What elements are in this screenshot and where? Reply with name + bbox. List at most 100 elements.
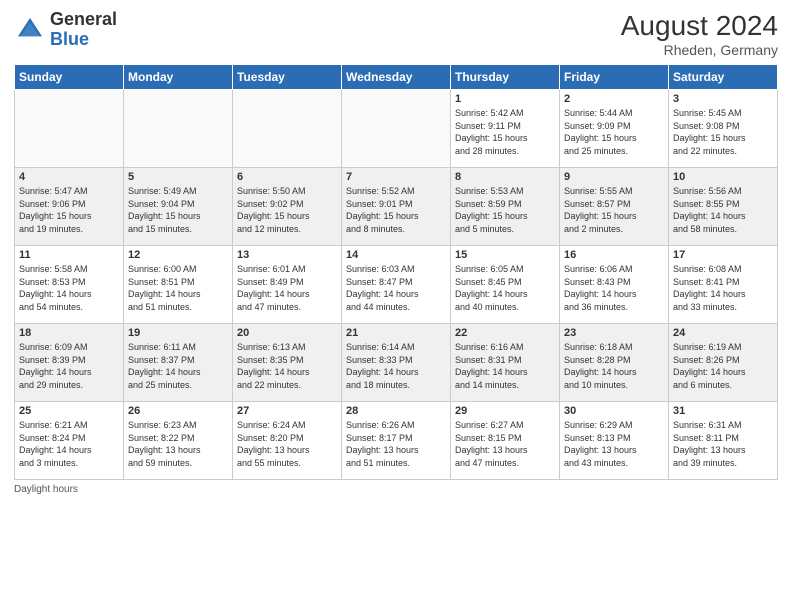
calendar-header-row: SundayMondayTuesdayWednesdayThursdayFrid… <box>15 65 778 90</box>
logo-text: General Blue <box>50 10 117 50</box>
calendar-cell: 16 Sunrise: 6:06 AM Sunset: 8:43 PM Dayli… <box>560 246 669 324</box>
calendar-day-header: Thursday <box>451 65 560 90</box>
day-info: Sunrise: 6:27 AM Sunset: 8:15 PM Dayligh… <box>455 419 555 469</box>
calendar-cell: 8 Sunrise: 5:53 AM Sunset: 8:59 PM Daylig… <box>451 168 560 246</box>
day-info: Sunrise: 6:09 AM Sunset: 8:39 PM Dayligh… <box>19 341 119 391</box>
day-info: Sunrise: 5:45 AM Sunset: 9:08 PM Dayligh… <box>673 107 773 157</box>
day-info: Sunrise: 6:13 AM Sunset: 8:35 PM Dayligh… <box>237 341 337 391</box>
calendar-cell: 30 Sunrise: 6:29 AM Sunset: 8:13 PM Dayli… <box>560 402 669 480</box>
day-info: Sunrise: 6:19 AM Sunset: 8:26 PM Dayligh… <box>673 341 773 391</box>
day-number: 25 <box>19 405 119 417</box>
calendar-day-header: Friday <box>560 65 669 90</box>
day-info: Sunrise: 6:18 AM Sunset: 8:28 PM Dayligh… <box>564 341 664 391</box>
logo: General Blue <box>14 10 117 50</box>
calendar-cell: 27 Sunrise: 6:24 AM Sunset: 8:20 PM Dayli… <box>233 402 342 480</box>
logo-icon <box>14 14 46 46</box>
day-number: 21 <box>346 327 446 339</box>
calendar-cell: 5 Sunrise: 5:49 AM Sunset: 9:04 PM Daylig… <box>124 168 233 246</box>
day-info: Sunrise: 5:53 AM Sunset: 8:59 PM Dayligh… <box>455 185 555 235</box>
calendar-day-header: Saturday <box>669 65 778 90</box>
footer-note: Daylight hours <box>14 484 778 495</box>
calendar-cell: 28Sunrise: 6:26 AM Sunset: 8:17 PM Dayli… <box>342 402 451 480</box>
day-info: Sunrise: 6:08 AM Sunset: 8:41 PM Dayligh… <box>673 263 773 313</box>
day-number: 1 <box>455 93 555 105</box>
day-info: Sunrise: 5:58 AM Sunset: 8:53 PM Dayligh… <box>19 263 119 313</box>
day-info: Sunrise: 6:31 AM Sunset: 8:11 PM Dayligh… <box>673 419 773 469</box>
day-number: 27 <box>237 405 337 417</box>
calendar-cell: 2Sunrise: 5:44 AM Sunset: 9:09 PM Daylig… <box>560 90 669 168</box>
day-number: 5 <box>128 171 228 183</box>
calendar-cell: 21 Sunrise: 6:14 AM Sunset: 8:33 PM Dayli… <box>342 324 451 402</box>
calendar-cell: 19 Sunrise: 6:11 AM Sunset: 8:37 PM Dayli… <box>124 324 233 402</box>
day-number: 26 <box>128 405 228 417</box>
day-number: 20 <box>237 327 337 339</box>
day-info: Sunrise: 6:29 AM Sunset: 8:13 PM Dayligh… <box>564 419 664 469</box>
day-info: Sunrise: 5:52 AM Sunset: 9:01 PM Dayligh… <box>346 185 446 235</box>
day-info: Sunrise: 6:24 AM Sunset: 8:20 PM Dayligh… <box>237 419 337 469</box>
calendar-day-header: Wednesday <box>342 65 451 90</box>
day-number: 10 <box>673 171 773 183</box>
day-number: 3 <box>673 93 773 105</box>
calendar-cell: 9Sunrise: 5:55 AM Sunset: 8:57 PM Daylig… <box>560 168 669 246</box>
day-info: Sunrise: 6:00 AM Sunset: 8:51 PM Dayligh… <box>128 263 228 313</box>
day-number: 15 <box>455 249 555 261</box>
day-number: 19 <box>128 327 228 339</box>
calendar-cell: 18Sunrise: 6:09 AM Sunset: 8:39 PM Dayli… <box>15 324 124 402</box>
calendar-cell: 22 Sunrise: 6:16 AM Sunset: 8:31 PM Dayli… <box>451 324 560 402</box>
calendar-cell: 11 Sunrise: 5:58 AM Sunset: 8:53 PM Dayli… <box>15 246 124 324</box>
day-info: Sunrise: 6:05 AM Sunset: 8:45 PM Dayligh… <box>455 263 555 313</box>
day-number: 6 <box>237 171 337 183</box>
day-info: Sunrise: 6:03 AM Sunset: 8:47 PM Dayligh… <box>346 263 446 313</box>
calendar-day-header: Tuesday <box>233 65 342 90</box>
day-info: Sunrise: 6:21 AM Sunset: 8:24 PM Dayligh… <box>19 419 119 469</box>
day-number: 2 <box>564 93 664 105</box>
day-info: Sunrise: 6:01 AM Sunset: 8:49 PM Dayligh… <box>237 263 337 313</box>
logo-blue: Blue <box>50 29 89 49</box>
day-info: Sunrise: 6:16 AM Sunset: 8:31 PM Dayligh… <box>455 341 555 391</box>
calendar-cell: 15 Sunrise: 6:05 AM Sunset: 8:45 PM Dayli… <box>451 246 560 324</box>
day-number: 4 <box>19 171 119 183</box>
calendar-cell: 29Sunrise: 6:27 AM Sunset: 8:15 PM Dayli… <box>451 402 560 480</box>
day-number: 7 <box>346 171 446 183</box>
day-number: 12 <box>128 249 228 261</box>
calendar-cell: 12 Sunrise: 6:00 AM Sunset: 8:51 PM Dayli… <box>124 246 233 324</box>
calendar-cell: 31Sunrise: 6:31 AM Sunset: 8:11 PM Dayli… <box>669 402 778 480</box>
calendar-table: SundayMondayTuesdayWednesdayThursdayFrid… <box>14 64 778 480</box>
calendar-cell: 1Sunrise: 5:42 AM Sunset: 9:11 PM Daylig… <box>451 90 560 168</box>
day-number: 11 <box>19 249 119 261</box>
day-number: 14 <box>346 249 446 261</box>
day-number: 30 <box>564 405 664 417</box>
day-number: 17 <box>673 249 773 261</box>
day-number: 28 <box>346 405 446 417</box>
calendar-cell: 26 Sunrise: 6:23 AM Sunset: 8:22 PM Dayli… <box>124 402 233 480</box>
calendar-day-header: Monday <box>124 65 233 90</box>
page-header: General Blue August 2024 Rheden, Germany <box>14 10 778 58</box>
calendar-cell <box>124 90 233 168</box>
day-number: 22 <box>455 327 555 339</box>
day-info: Sunrise: 6:06 AM Sunset: 8:43 PM Dayligh… <box>564 263 664 313</box>
calendar-cell: 25 Sunrise: 6:21 AM Sunset: 8:24 PM Dayli… <box>15 402 124 480</box>
day-info: Sunrise: 6:14 AM Sunset: 8:33 PM Dayligh… <box>346 341 446 391</box>
day-number: 9 <box>564 171 664 183</box>
day-info: Sunrise: 5:47 AM Sunset: 9:06 PM Dayligh… <box>19 185 119 235</box>
day-number: 23 <box>564 327 664 339</box>
calendar-cell: 7 Sunrise: 5:52 AM Sunset: 9:01 PM Daylig… <box>342 168 451 246</box>
day-info: Sunrise: 6:11 AM Sunset: 8:37 PM Dayligh… <box>128 341 228 391</box>
title-block: August 2024 Rheden, Germany <box>621 10 778 58</box>
calendar-cell: 6 Sunrise: 5:50 AM Sunset: 9:02 PM Daylig… <box>233 168 342 246</box>
calendar-cell: 23 Sunrise: 6:18 AM Sunset: 8:28 PM Dayli… <box>560 324 669 402</box>
day-info: Sunrise: 6:23 AM Sunset: 8:22 PM Dayligh… <box>128 419 228 469</box>
day-info: Sunrise: 5:50 AM Sunset: 9:02 PM Dayligh… <box>237 185 337 235</box>
calendar-week-row: 4 Sunrise: 5:47 AM Sunset: 9:06 PM Daylig… <box>15 168 778 246</box>
calendar-week-row: 25 Sunrise: 6:21 AM Sunset: 8:24 PM Dayli… <box>15 402 778 480</box>
calendar-cell: 14 Sunrise: 6:03 AM Sunset: 8:47 PM Dayli… <box>342 246 451 324</box>
day-number: 8 <box>455 171 555 183</box>
day-number: 13 <box>237 249 337 261</box>
day-info: Sunrise: 5:49 AM Sunset: 9:04 PM Dayligh… <box>128 185 228 235</box>
calendar-cell: 17 Sunrise: 6:08 AM Sunset: 8:41 PM Dayli… <box>669 246 778 324</box>
calendar-cell: 24Sunrise: 6:19 AM Sunset: 8:26 PM Dayli… <box>669 324 778 402</box>
calendar-week-row: 11 Sunrise: 5:58 AM Sunset: 8:53 PM Dayli… <box>15 246 778 324</box>
calendar-cell: 20 Sunrise: 6:13 AM Sunset: 8:35 PM Dayli… <box>233 324 342 402</box>
day-number: 16 <box>564 249 664 261</box>
month-year-title: August 2024 <box>621 10 778 42</box>
